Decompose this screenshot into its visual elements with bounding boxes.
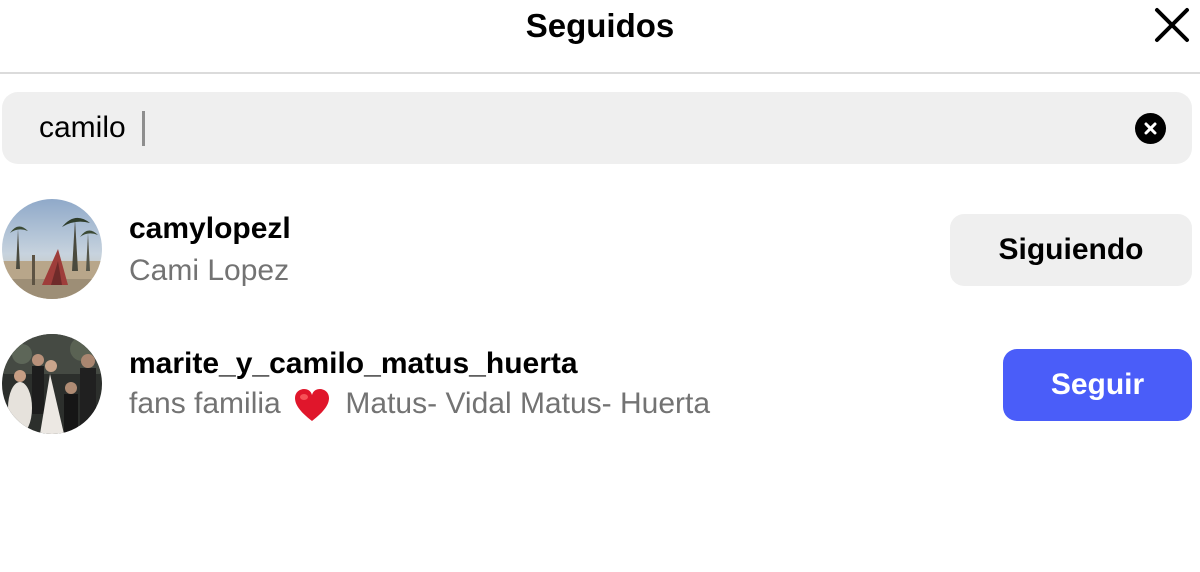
search-field[interactable]: camilo	[2, 92, 1192, 164]
dialog-title: Seguidos	[525, 7, 675, 44]
text-caret	[142, 111, 145, 146]
list-item[interactable]: marite_y_camilo_matus_huerta fans famili…	[0, 334, 1200, 436]
full-name-part: fans familia	[129, 387, 281, 420]
avatar[interactable]	[2, 334, 102, 434]
list-item[interactable]: camylopezl Cami Lopez Siguiendo	[0, 199, 1200, 301]
username[interactable]: camylopezl	[129, 212, 291, 246]
close-button[interactable]	[1150, 4, 1194, 48]
full-name: fans familia Matus- Vidal Matus- Huerta	[129, 387, 710, 423]
heart-icon	[295, 389, 330, 422]
following-button[interactable]: Siguiendo	[950, 214, 1192, 286]
follow-button[interactable]: Seguir	[1003, 349, 1192, 421]
clear-circle-icon	[1144, 122, 1157, 135]
clear-search-button[interactable]	[1135, 113, 1166, 144]
dialog-header: Seguidos	[0, 0, 1200, 74]
full-name-part: Matus- Vidal Matus- Huerta	[345, 387, 711, 420]
full-name: Cami Lopez	[129, 254, 290, 287]
avatar[interactable]	[2, 199, 102, 299]
username[interactable]: marite_y_camilo_matus_huerta	[129, 347, 578, 381]
search-input[interactable]: camilo	[39, 92, 126, 164]
close-icon	[1155, 8, 1189, 42]
